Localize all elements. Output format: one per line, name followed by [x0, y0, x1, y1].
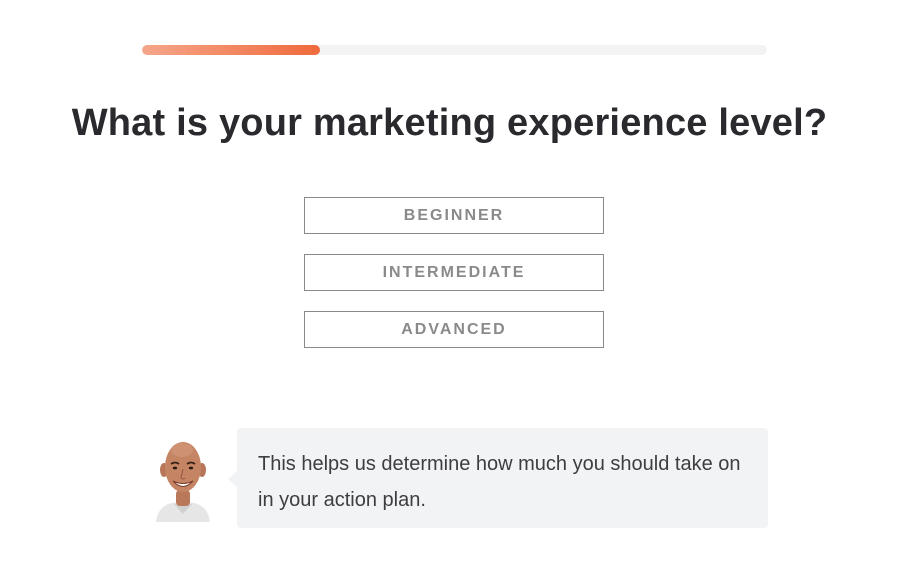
option-advanced-button[interactable]: ADVANCED: [304, 311, 604, 348]
avatar: [152, 436, 214, 522]
progress-bar: [142, 45, 767, 55]
hint-text: This helps us determine how much you sho…: [258, 453, 741, 511]
progress-bar-fill: [142, 45, 321, 55]
answer-options: BEGINNER INTERMEDIATE ADVANCED: [304, 197, 604, 368]
hint-speech-bubble: This helps us determine how much you sho…: [237, 428, 768, 528]
option-intermediate-button[interactable]: INTERMEDIATE: [304, 254, 604, 291]
person-portrait-icon: [156, 442, 210, 522]
option-beginner-button[interactable]: BEGINNER: [304, 197, 604, 234]
quiz-page: What is your marketing experience level?…: [0, 0, 899, 575]
question-title: What is your marketing experience level?: [71, 102, 828, 144]
